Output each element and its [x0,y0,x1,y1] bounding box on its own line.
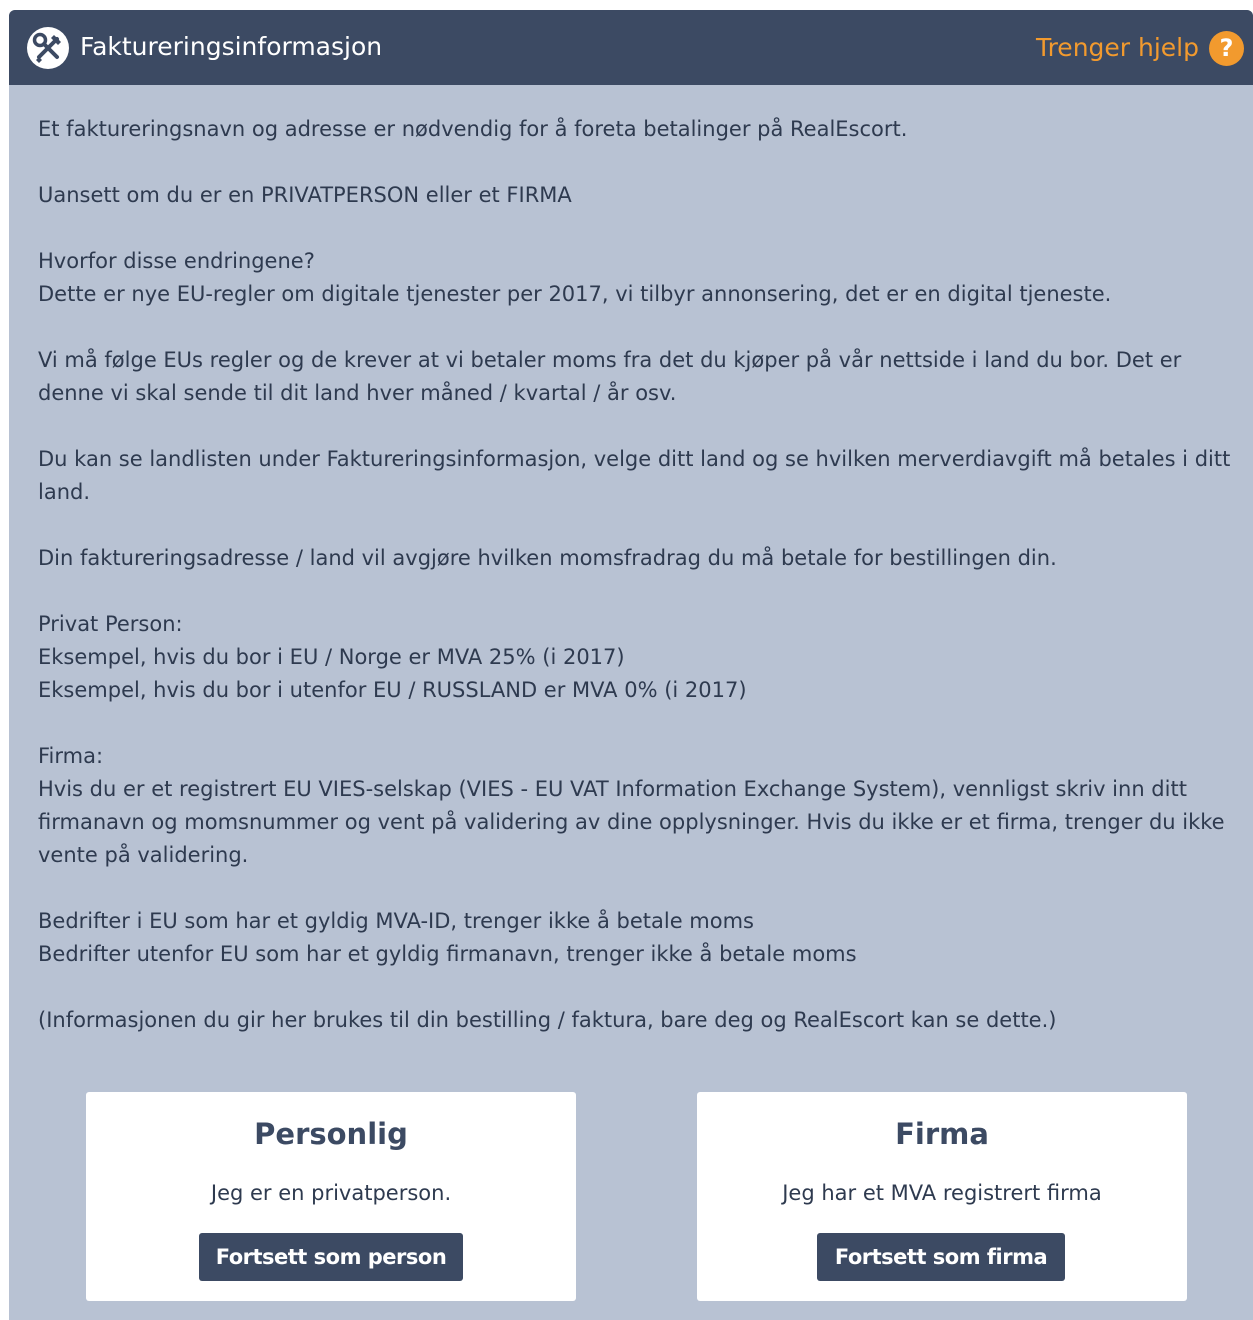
tools-icon [27,27,69,69]
panel-header: Faktureringsinformasjon Trenger hjelp ? [9,10,1253,85]
privacy-note: (Informasjonen du gir her brukes til din… [38,1008,1057,1032]
continue-as-person-button[interactable]: Fortsett som person [199,1233,463,1281]
why-text: Dette er nye EU-regler om digitale tjene… [38,282,1112,306]
audience-paragraph: Uansett om du er en PRIVATPERSON eller e… [38,183,572,207]
info-text: Et faktureringsnavn og adresse er nødven… [38,113,1238,1070]
business-eu: Bedrifter i EU som har et gyldig MVA-ID,… [38,909,754,933]
why-heading: Hvorfor disse endringene? [38,249,315,273]
private-person-heading: Privat Person: [38,612,183,636]
company-card: Firma Jeg har et MVA registrert firma Fo… [697,1092,1187,1301]
company-text: Hvis du er et registrert EU VIES-selskap… [38,777,1225,867]
company-heading: Firma: [38,744,104,768]
billing-address-paragraph: Din faktureringsadresse / land vil avgjø… [38,546,1057,570]
private-person-paragraph: Privat Person: Eksempel, hvis du bor i E… [38,608,1238,707]
business-non-eu: Bedrifter utenfor EU som har et gyldig f… [38,942,857,966]
page-title: Faktureringsinformasjon [80,32,383,61]
help-link[interactable]: Trenger hjelp ? [1036,30,1244,66]
why-paragraph: Hvorfor disse endringene? Dette er nye E… [38,245,1238,311]
intro-paragraph: Et faktureringsnavn og adresse er nødven… [38,117,908,141]
company-paragraph: Firma: Hvis du er et registrert EU VIES-… [38,740,1238,872]
personal-card-title: Personlig [254,1117,408,1151]
country-list-paragraph: Du kan se landlisten under Faktureringsi… [38,447,1231,504]
personal-card: Personlig Jeg er en privatperson. Fortse… [86,1092,576,1301]
billing-info-panel: Faktureringsinformasjon Trenger hjelp ? … [9,10,1253,1320]
eu-rules-paragraph: Vi må følge EUs regler og de krever at v… [38,348,1182,405]
continue-as-company-button[interactable]: Fortsett som firma [817,1233,1065,1281]
personal-card-description: Jeg er en privatperson. [210,1181,452,1205]
company-card-title: Firma [895,1117,989,1151]
question-icon[interactable]: ? [1209,30,1244,66]
private-example-non-eu: Eksempel, hvis du bor i utenfor EU / RUS… [38,678,747,702]
private-example-eu: Eksempel, hvis du bor i EU / Norge er MV… [38,645,625,669]
help-label[interactable]: Trenger hjelp [1036,33,1199,63]
company-card-description: Jeg har et MVA registrert firma [782,1181,1102,1205]
business-paragraph: Bedrifter i EU som har et gyldig MVA-ID,… [38,905,1238,971]
